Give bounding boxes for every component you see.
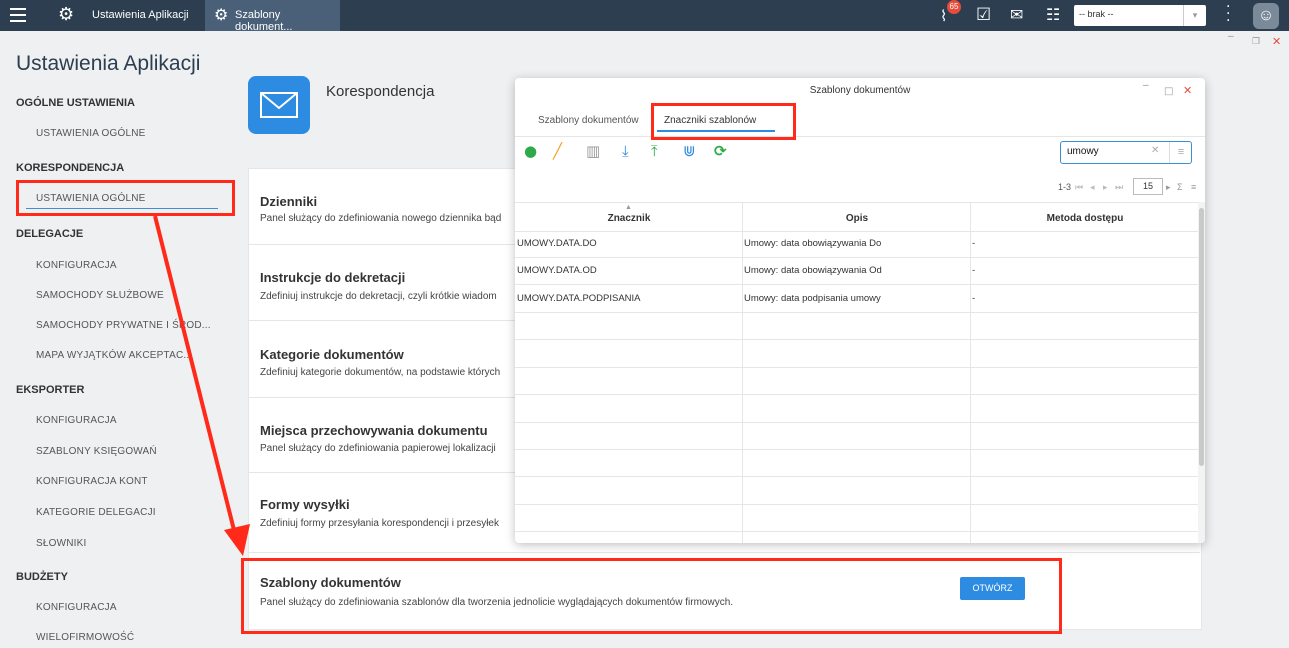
annotation-arrow [153, 215, 250, 556]
